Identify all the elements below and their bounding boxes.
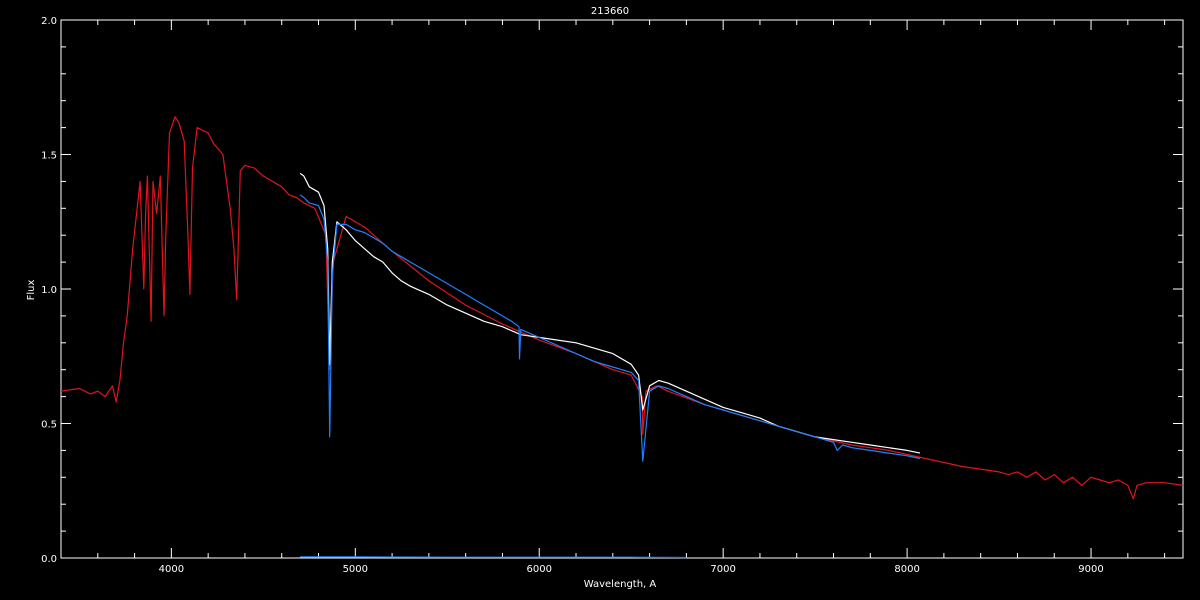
y-tick-label: 1.0 — [41, 285, 57, 296]
y-tick-label: 0.5 — [41, 420, 57, 431]
y-axis-label: Flux — [26, 280, 37, 301]
x-axis-label: Wavelength, A — [584, 579, 657, 590]
spectrum-chart: 213660 4000 5000 6000 7000 8000 9000 0.0 0.5 1.… — [0, 0, 1200, 600]
x-tick-label: 5000 — [343, 564, 368, 575]
y-tick-label: 1.5 — [41, 151, 57, 162]
x-tick-label: 8000 — [894, 564, 919, 575]
chart-background — [0, 0, 1200, 600]
y-tick-label: 0.0 — [41, 554, 57, 565]
series-line-4 — [300, 556, 687, 559]
x-tick-label: 9000 — [1078, 564, 1103, 575]
y-tick-label: 2.0 — [41, 16, 57, 27]
x-tick-label: 7000 — [710, 564, 735, 575]
chart-title: 213660 — [591, 6, 629, 17]
x-tick-label: 6000 — [527, 564, 552, 575]
x-tick-label: 4000 — [159, 564, 184, 575]
